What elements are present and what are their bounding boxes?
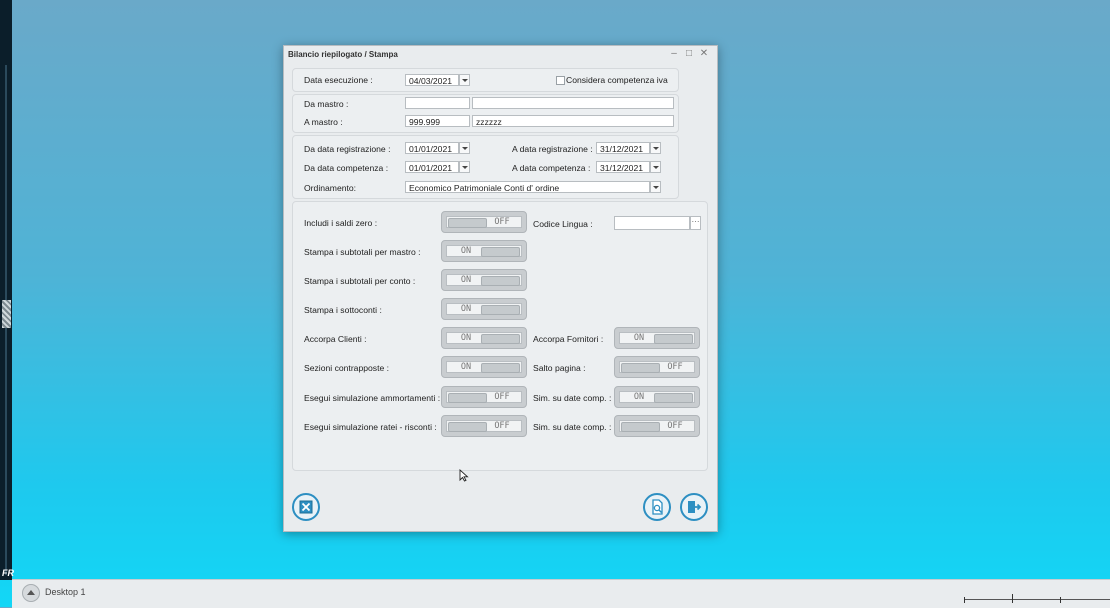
zero-balances-label: Includi i saldi zero : — [304, 218, 378, 228]
vat-competence-checkbox[interactable] — [556, 76, 565, 85]
execution-date-label: Data esecuzione : — [304, 75, 373, 85]
dates-group: Da data registrazione : 01/01/2021 A dat… — [292, 135, 679, 199]
print-preview-button[interactable] — [643, 493, 671, 521]
sim-depr-dates-label: Sim. su date comp. : — [533, 393, 612, 403]
reg-from-field[interactable]: 01/01/2021 — [405, 142, 459, 154]
language-lookup-button[interactable]: ··· — [690, 216, 701, 230]
subtotals-conto-label: Stampa i subtotali per conto : — [304, 276, 416, 286]
sim-accr-dates-toggle[interactable]: OFF — [614, 415, 700, 437]
page-break-toggle[interactable]: OFF — [614, 356, 700, 378]
reg-from-dropdown[interactable] — [459, 142, 470, 154]
to-mastro-label: A mastro : — [304, 117, 343, 127]
comp-from-dropdown[interactable] — [459, 161, 470, 173]
sidebar-label: FR — [2, 568, 14, 578]
report-dialog: Bilancio riepilogato / Stampa – □ ✕ Data… — [283, 45, 718, 532]
comp-to-dropdown[interactable] — [650, 161, 661, 173]
print-button[interactable] — [680, 493, 708, 521]
opposite-sections-label: Sezioni contrapposte : — [304, 363, 390, 373]
from-mastro-label: Da mastro : — [304, 99, 349, 109]
title-bar: Bilancio riepilogato / Stampa – □ ✕ — [284, 46, 717, 62]
sim-depr-dates-toggle[interactable]: ON — [614, 386, 700, 408]
cancel-button[interactable] — [292, 493, 320, 521]
merge-suppliers-toggle[interactable]: ON — [614, 327, 700, 349]
subtotals-conto-toggle[interactable]: ON — [441, 269, 527, 291]
sim-depreciation-label: Esegui simulazione ammortamenti : — [304, 393, 441, 403]
sim-accruals-toggle[interactable]: OFF — [441, 415, 527, 437]
order-select[interactable]: Economico Patrimoniale Conti d' ordine — [405, 181, 650, 193]
sim-depreciation-toggle[interactable]: OFF — [441, 386, 527, 408]
comp-to-label: A data competenza : — [512, 163, 591, 173]
page-break-label: Salto pagina : — [533, 363, 586, 373]
window-title: Bilancio riepilogato / Stampa — [288, 50, 398, 59]
options-group: Includi i saldi zero : OFF Codice Lingua… — [292, 201, 708, 471]
close-icon[interactable]: ✕ — [697, 47, 711, 60]
reg-to-label: A data registrazione : — [512, 144, 593, 154]
order-label: Ordinamento: — [304, 183, 357, 193]
mastro-group: Da mastro : A mastro : 999.999 zzzzzz — [292, 94, 679, 133]
from-mastro-code-field[interactable] — [405, 97, 470, 109]
zero-balances-toggle[interactable]: OFF — [441, 211, 527, 233]
minimize-icon[interactable]: – — [667, 47, 681, 60]
taskbar: Desktop 1 — [12, 579, 1110, 608]
subtotals-mastro-toggle[interactable]: ON — [441, 240, 527, 262]
merge-customers-label: Accorpa Clienti : — [304, 334, 367, 344]
comp-from-label: Da data competenza : — [304, 163, 389, 173]
reg-to-dropdown[interactable] — [650, 142, 661, 154]
subaccounts-toggle[interactable]: ON — [441, 298, 527, 320]
sidebar-resize-grip[interactable] — [2, 300, 11, 328]
to-mastro-code-field[interactable]: 999.999 — [405, 115, 470, 127]
merge-customers-toggle[interactable]: ON — [441, 327, 527, 349]
reg-to-field[interactable]: 31/12/2021 — [596, 142, 650, 154]
reg-from-label: Da data registrazione : — [304, 144, 391, 154]
exit-x-icon — [299, 500, 313, 514]
taskbar-slider[interactable] — [964, 594, 1110, 603]
merge-suppliers-label: Accorpa Fornitori : — [533, 334, 604, 344]
mouse-cursor-icon — [459, 469, 469, 482]
desktop-label: Desktop 1 — [45, 587, 86, 597]
comp-to-field[interactable]: 31/12/2021 — [596, 161, 650, 173]
maximize-icon[interactable]: □ — [682, 47, 696, 60]
vat-competence-label: Considera competenza iva — [566, 75, 668, 85]
sim-accruals-label: Esegui simulazione ratei - risconti : — [304, 422, 437, 432]
left-sidebar: FR — [0, 0, 14, 580]
export-door-icon — [688, 501, 702, 513]
desktop-menu-button[interactable] — [22, 584, 40, 602]
preview-search-icon — [652, 499, 663, 515]
to-mastro-desc-field[interactable]: zzzzzz — [472, 115, 674, 127]
language-code-field[interactable] — [614, 216, 690, 230]
execution-date-field[interactable]: 04/03/2021 — [405, 74, 459, 86]
subaccounts-label: Stampa i sottoconti : — [304, 305, 382, 315]
order-dropdown[interactable] — [650, 181, 661, 193]
subtotals-mastro-label: Stampa i subtotali per mastro : — [304, 247, 421, 257]
opposite-sections-toggle[interactable]: ON — [441, 356, 527, 378]
execution-group: Data esecuzione : 04/03/2021 Considera c… — [292, 68, 679, 92]
from-mastro-desc-field[interactable] — [472, 97, 674, 109]
comp-from-field[interactable]: 01/01/2021 — [405, 161, 459, 173]
execution-date-dropdown[interactable] — [459, 74, 470, 86]
language-code-label: Codice Lingua : — [533, 219, 593, 229]
sim-accr-dates-label: Sim. su date comp. : — [533, 422, 612, 432]
